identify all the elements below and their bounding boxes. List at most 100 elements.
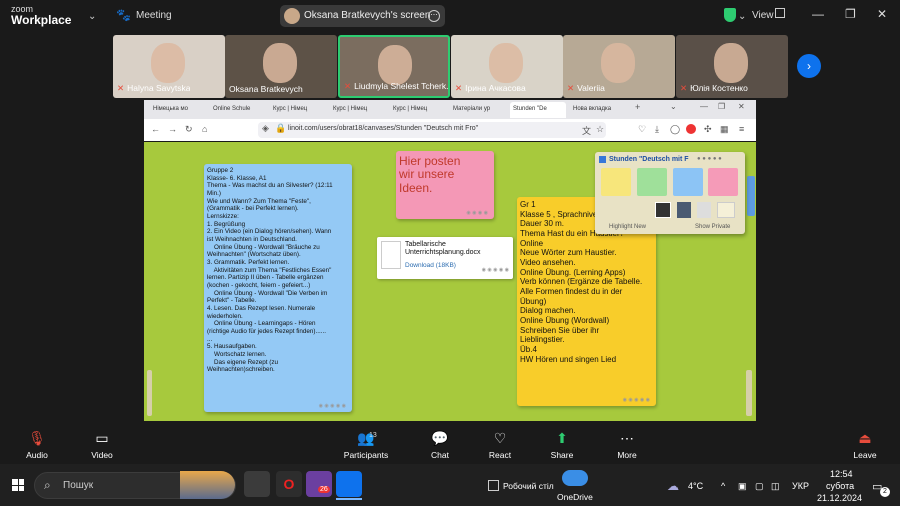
- browser-app-icon[interactable]: [306, 471, 332, 497]
- muted-mic-icon: ✕: [680, 83, 688, 93]
- download-link[interactable]: Download (18KB): [405, 262, 456, 269]
- right-scroll-handle[interactable]: [746, 370, 752, 416]
- control-share[interactable]: ⬆ Share: [535, 430, 589, 460]
- logo-chevron-down-icon[interactable]: ⌄: [88, 11, 96, 22]
- extension-red-icon[interactable]: [686, 124, 696, 134]
- browser-restore-icon[interactable]: ❐: [718, 102, 725, 111]
- control-participants[interactable]: 👥 Participants 13: [336, 430, 396, 460]
- desktop-icon[interactable]: [488, 480, 499, 491]
- close-icon[interactable]: ✕: [877, 7, 887, 21]
- browser-tab[interactable]: Курс | Німец: [330, 102, 386, 118]
- shield-icon[interactable]: ◈: [262, 123, 269, 134]
- participant-name-text: Oksana Bratkevych: [229, 84, 303, 94]
- browser-tab[interactable]: Нова вкладка: [570, 102, 626, 118]
- view-button[interactable]: View: [752, 10, 774, 21]
- sticky-color-swatch[interactable]: [601, 168, 631, 196]
- control-more[interactable]: ⋯ More: [600, 430, 654, 460]
- zoom-app-icon[interactable]: [336, 471, 362, 497]
- onedrive-cloud-icon[interactable]: [562, 470, 588, 486]
- windows-start-icon[interactable]: [12, 479, 24, 491]
- extensions-puzzle-icon[interactable]: ✣: [704, 124, 712, 135]
- tab-list-chevron-down-icon[interactable]: ⌄: [670, 102, 677, 111]
- palette-tool-icons[interactable]: ● ● ● ● ●: [697, 156, 722, 162]
- clock-day[interactable]: субота: [826, 481, 854, 491]
- minimize-icon[interactable]: —: [812, 7, 824, 21]
- highlight-new-toggle[interactable]: Highlight New: [609, 224, 646, 230]
- browser-tab[interactable]: Німецька мо: [150, 102, 206, 118]
- hamburger-menu-icon[interactable]: ≡: [739, 124, 744, 134]
- restore-icon[interactable]: ❐: [845, 7, 856, 21]
- sticky-color-swatch[interactable]: [637, 168, 667, 196]
- tray-app3-icon[interactable]: ◫: [771, 481, 780, 492]
- view-grid-icon[interactable]: [775, 8, 785, 18]
- home-icon[interactable]: ⌂: [202, 124, 207, 134]
- note-action-icons[interactable]: ◉ ◉ ◉ ◉ ◉: [623, 397, 650, 403]
- control-react[interactable]: ♡ React: [473, 430, 527, 460]
- browser-tab[interactable]: Матеріали ур: [450, 102, 506, 118]
- new-tab-icon[interactable]: +: [635, 102, 640, 112]
- browser-close-icon[interactable]: ✕: [738, 102, 745, 111]
- apps-icon[interactable]: ▦: [720, 124, 729, 135]
- clock-time[interactable]: 12:54: [830, 469, 853, 479]
- browser-tab[interactable]: Stunden "De: [510, 102, 566, 118]
- control-chat[interactable]: 💬 Chat: [413, 430, 467, 460]
- participant-tile[interactable]: ✕ Ірина Ачкасова: [451, 35, 563, 98]
- lock-icon[interactable]: 🔒: [275, 123, 286, 134]
- side-panel-tab[interactable]: [747, 176, 755, 216]
- control-video[interactable]: ▭ Video: [75, 430, 129, 460]
- photo-sticky-icon[interactable]: [655, 202, 671, 218]
- sticky-color-swatch[interactable]: [673, 168, 703, 196]
- clock-date[interactable]: 21.12.2024: [817, 493, 862, 503]
- translate-icon[interactable]: 文: [582, 124, 591, 137]
- bookmark-star-icon[interactable]: ☆: [596, 124, 604, 135]
- participant-tile[interactable]: Oksana Bratkevych: [225, 35, 337, 98]
- pocket-icon[interactable]: ♡: [638, 124, 646, 135]
- blank-sticky-icon[interactable]: [717, 202, 735, 218]
- forward-arrow-icon[interactable]: →: [168, 124, 177, 134]
- security-chevron-down-icon[interactable]: ⌄: [738, 11, 746, 22]
- back-arrow-icon[interactable]: ←: [151, 124, 160, 134]
- participant-tile[interactable]: ✕ Valeriia: [563, 35, 675, 98]
- account-icon[interactable]: ◯: [670, 124, 680, 135]
- sticky-color-swatch[interactable]: [708, 168, 738, 196]
- tray-app2-icon[interactable]: ▢: [755, 481, 764, 492]
- browser-minimize-icon[interactable]: —: [700, 102, 708, 111]
- download-icon[interactable]: ⤓: [655, 124, 659, 135]
- onedrive-label[interactable]: OneDrive: [557, 492, 593, 502]
- participant-tile[interactable]: ✕ Liudmyla Shelest Tcherk...: [338, 35, 450, 98]
- reload-icon[interactable]: ↻: [185, 124, 193, 135]
- desktop-label[interactable]: Робочий стіл: [503, 481, 554, 491]
- screen-share-indicator[interactable]: Oksana Bratkevych's screen ⋯: [280, 5, 445, 27]
- browser-tab[interactable]: Курс | Німец: [390, 102, 446, 118]
- video-sticky-icon[interactable]: [677, 202, 691, 218]
- next-page-chevron-right-icon[interactable]: ›: [797, 54, 821, 78]
- card-action-icons[interactable]: ◉ ◉ ◉ ◉ ◉: [482, 267, 509, 273]
- sticky-palette[interactable]: Stunden "Deutsch mit F ● ● ● ● ● Highlig…: [595, 152, 745, 234]
- security-shield-icon[interactable]: [724, 8, 736, 22]
- file-explorer-icon[interactable]: [244, 471, 270, 497]
- note-action-icons[interactable]: ◉ ◉ ◉ ◉ ◉: [319, 403, 346, 409]
- temperature[interactable]: 4°C: [688, 481, 703, 491]
- browser-tab[interactable]: Курс | Німец: [270, 102, 326, 118]
- language-indicator[interactable]: УКР: [792, 481, 809, 491]
- left-scroll-handle[interactable]: [147, 370, 152, 416]
- browser-tab[interactable]: Online Schule: [210, 102, 266, 118]
- share-more-icon[interactable]: ⋯: [428, 10, 440, 22]
- tray-chevron-up-icon[interactable]: ^: [721, 481, 725, 491]
- opera-icon[interactable]: O: [276, 471, 302, 497]
- weather-cloud-icon[interactable]: ☁: [667, 479, 679, 493]
- note-action-icons[interactable]: ◉ ◉ ◉ ◉: [466, 210, 488, 216]
- search-highlight-image[interactable]: [180, 471, 235, 499]
- control-leave[interactable]: ⏏ Leave: [838, 430, 892, 460]
- participant-tile[interactable]: ✕ Юлія Костенко: [676, 35, 788, 98]
- sticky-note-blue[interactable]: Gruppe 2 Klasse- 6. Klasse, A1 Thema - W…: [204, 164, 352, 412]
- file-attachment-card[interactable]: Tabellarische Unterrichtsplanung.docx Do…: [377, 237, 513, 279]
- tray-app-icon[interactable]: ▣: [738, 481, 747, 492]
- file-sticky-icon[interactable]: [697, 202, 711, 218]
- control-audio[interactable]: 🎙 Audio: [10, 430, 64, 460]
- show-private-toggle[interactable]: Show Private: [695, 224, 730, 230]
- meeting-label[interactable]: Meeting: [136, 10, 172, 21]
- participant-tile[interactable]: ✕ Halyna Savytska: [113, 35, 225, 98]
- sticky-note-pink[interactable]: Hier posten wir unsere Ideen. ◉ ◉ ◉ ◉: [396, 151, 494, 219]
- url-text[interactable]: linoit.com/users/obrat18/canvases/Stunde…: [288, 125, 478, 132]
